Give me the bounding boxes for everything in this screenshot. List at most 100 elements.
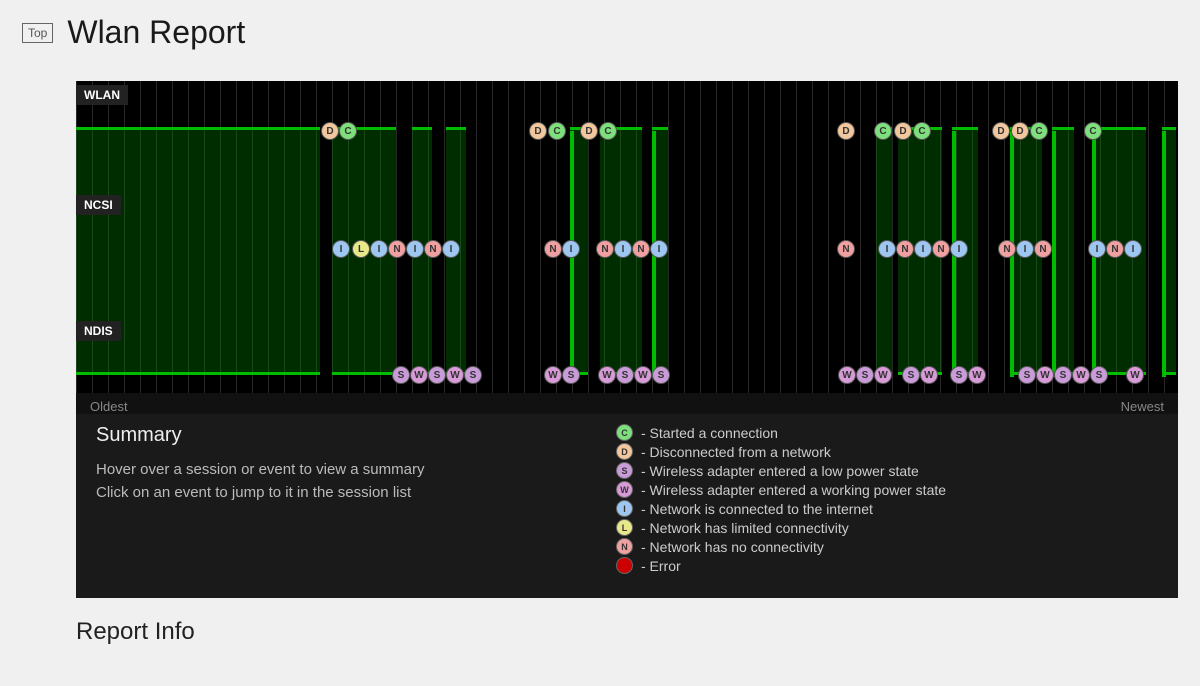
event-marker-I[interactable]: I <box>650 240 668 258</box>
event-marker-I[interactable]: I <box>614 240 632 258</box>
event-marker-W[interactable]: W <box>1126 366 1144 384</box>
event-marker-C[interactable]: C <box>548 122 566 140</box>
event-marker-N[interactable]: N <box>998 240 1016 258</box>
legend-text: - Wireless adapter entered a low power s… <box>641 463 919 479</box>
event-marker-W[interactable]: W <box>446 366 464 384</box>
top-button[interactable]: Top <box>22 23 53 43</box>
event-marker-D[interactable]: D <box>529 122 547 140</box>
page-title: Wlan Report <box>67 14 245 51</box>
legend-row: D- Disconnected from a network <box>616 443 1158 460</box>
legend-dot-I: I <box>616 500 633 517</box>
row-label-ncsi: NCSI <box>76 195 121 215</box>
event-marker-I[interactable]: I <box>406 240 424 258</box>
event-marker-I[interactable]: I <box>1016 240 1034 258</box>
legend-row: L - Network has limited connectivity <box>616 519 1158 536</box>
summary-hint-2: Click on an event to jump to it in the s… <box>96 482 576 505</box>
event-marker-I[interactable]: I <box>950 240 968 258</box>
legend-text: - Network has limited connectivity <box>641 520 849 536</box>
event-marker-C[interactable]: C <box>1030 122 1048 140</box>
summary-title: Summary <box>96 424 576 447</box>
legend-dot-L: L <box>616 519 633 536</box>
legend: C - Started a connection D- Disconnected f… <box>616 424 1158 576</box>
legend-text: - Network is connected to the internet <box>641 501 873 517</box>
legend-row: C - Started a connection <box>616 424 1158 441</box>
wlan-panel: WLAN NCSI NDIS DCDCDCDCDCDDCCILININININI… <box>76 81 1178 598</box>
session-boundary <box>1052 131 1056 377</box>
event-marker-W[interactable]: W <box>874 366 892 384</box>
page-header: Top Wlan Report <box>0 0 1200 59</box>
event-marker-D[interactable]: D <box>992 122 1010 140</box>
event-marker-W[interactable]: W <box>410 366 428 384</box>
event-marker-S[interactable]: S <box>652 366 670 384</box>
event-marker-N[interactable]: N <box>837 240 855 258</box>
event-marker-S[interactable]: S <box>902 366 920 384</box>
event-marker-D[interactable]: D <box>894 122 912 140</box>
event-marker-C[interactable]: C <box>1084 122 1102 140</box>
event-marker-I[interactable]: I <box>442 240 460 258</box>
event-marker-I[interactable]: I <box>914 240 932 258</box>
event-marker-S[interactable]: S <box>562 366 580 384</box>
legend-text: - Network has no connectivity <box>641 539 824 555</box>
event-marker-W[interactable]: W <box>1072 366 1090 384</box>
event-marker-D[interactable]: D <box>837 122 855 140</box>
event-marker-N[interactable]: N <box>932 240 950 258</box>
event-marker-S[interactable]: S <box>616 366 634 384</box>
summary-area: Summary Hover over a session or event to… <box>76 414 1178 598</box>
event-marker-N[interactable]: N <box>1034 240 1052 258</box>
event-marker-C[interactable]: C <box>874 122 892 140</box>
event-marker-S[interactable]: S <box>1054 366 1072 384</box>
event-marker-I[interactable]: I <box>1124 240 1142 258</box>
legend-row: W - Wireless adapter entered a working po… <box>616 481 1158 498</box>
axis-oldest: Oldest <box>90 399 128 414</box>
event-marker-N[interactable]: N <box>388 240 406 258</box>
summary-hint-1: Hover over a session or event to view a … <box>96 459 576 482</box>
legend-text: - Wireless adapter entered a working pow… <box>641 482 946 498</box>
event-marker-N[interactable]: N <box>424 240 442 258</box>
event-marker-I[interactable]: I <box>562 240 580 258</box>
event-marker-S[interactable]: S <box>950 366 968 384</box>
event-marker-N[interactable]: N <box>544 240 562 258</box>
row-label-ndis: NDIS <box>76 321 121 341</box>
event-marker-S[interactable]: S <box>1018 366 1036 384</box>
event-marker-W[interactable]: W <box>544 366 562 384</box>
event-marker-I[interactable]: I <box>332 240 350 258</box>
event-marker-W[interactable]: W <box>634 366 652 384</box>
event-marker-W[interactable]: W <box>598 366 616 384</box>
event-marker-S[interactable]: S <box>856 366 874 384</box>
event-marker-N[interactable]: N <box>1106 240 1124 258</box>
legend-dot-W: W <box>616 481 633 498</box>
event-marker-C[interactable]: C <box>599 122 617 140</box>
event-marker-C[interactable]: C <box>339 122 357 140</box>
event-marker-S[interactable]: S <box>1090 366 1108 384</box>
event-marker-I[interactable]: I <box>370 240 388 258</box>
event-marker-W[interactable]: W <box>838 366 856 384</box>
event-marker-S[interactable]: S <box>392 366 410 384</box>
event-marker-W[interactable]: W <box>1036 366 1054 384</box>
legend-dot-S: S <box>616 462 633 479</box>
event-marker-I[interactable]: I <box>878 240 896 258</box>
event-marker-I[interactable]: I <box>1088 240 1106 258</box>
axis-newest: Newest <box>1121 399 1164 414</box>
legend-dot-C: C <box>616 424 633 441</box>
event-marker-N[interactable]: N <box>896 240 914 258</box>
event-marker-S[interactable]: S <box>464 366 482 384</box>
session-boundary <box>1162 131 1166 377</box>
event-marker-N[interactable]: N <box>632 240 650 258</box>
legend-row: I - Network is connected to the internet <box>616 500 1158 517</box>
event-marker-S[interactable]: S <box>428 366 446 384</box>
legend-row: S - Wireless adapter entered a low power … <box>616 462 1158 479</box>
event-marker-D[interactable]: D <box>321 122 339 140</box>
event-marker-L[interactable]: L <box>352 240 370 258</box>
timeline-chart[interactable]: WLAN NCSI NDIS DCDCDCDCDCDDCCILININININI… <box>76 81 1178 393</box>
event-marker-D[interactable]: D <box>1011 122 1029 140</box>
legend-text: - Error <box>641 558 681 574</box>
row-label-wlan: WLAN <box>76 85 128 105</box>
event-marker-W[interactable]: W <box>968 366 986 384</box>
legend-text: - Started a connection <box>641 425 778 441</box>
event-marker-W[interactable]: W <box>920 366 938 384</box>
legend-row: - Error <box>616 557 1158 574</box>
event-marker-C[interactable]: C <box>913 122 931 140</box>
event-marker-D[interactable]: D <box>580 122 598 140</box>
event-marker-N[interactable]: N <box>596 240 614 258</box>
legend-dot-D: D <box>616 443 633 460</box>
